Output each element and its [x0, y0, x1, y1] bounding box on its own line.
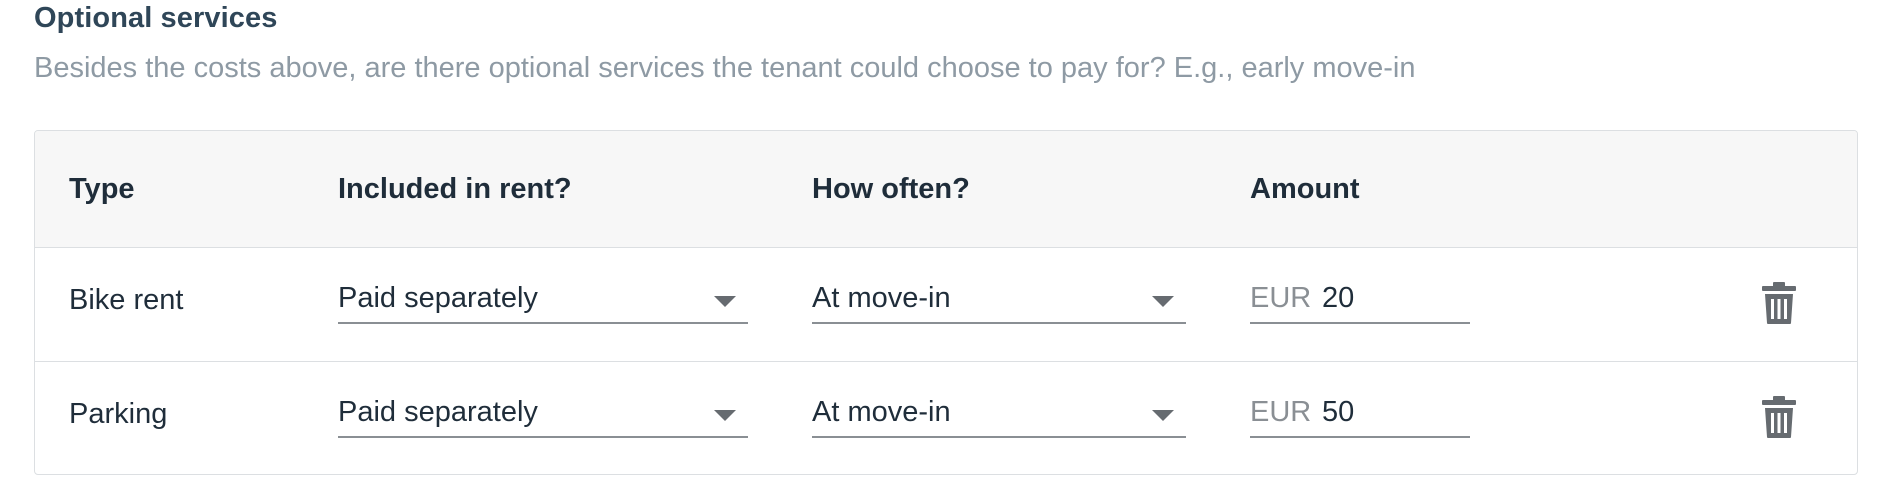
- section-description: Besides the costs above, are there optio…: [34, 52, 1416, 84]
- column-header-amount: Amount: [1250, 173, 1360, 205]
- column-header-type: Type: [69, 173, 135, 205]
- how-often-value: At move-in: [812, 396, 951, 428]
- column-header-how-often: How often?: [812, 173, 970, 205]
- table-row: Parking Paid separately At move-in EUR 5…: [35, 362, 1857, 474]
- chevron-down-icon: [1152, 296, 1174, 307]
- amount-input[interactable]: EUR 20: [1250, 274, 1470, 324]
- section-title: Optional services: [34, 2, 278, 34]
- service-type: Parking: [69, 398, 168, 430]
- how-often-select[interactable]: At move-in: [812, 388, 1186, 438]
- amount-input[interactable]: EUR 50: [1250, 388, 1470, 438]
- table-row: Bike rent Paid separately At move-in EUR…: [35, 248, 1857, 362]
- currency-label: EUR: [1250, 282, 1312, 314]
- chevron-down-icon: [714, 296, 736, 307]
- how-often-value: At move-in: [812, 282, 951, 314]
- chevron-down-icon: [1152, 410, 1174, 421]
- included-in-rent-value: Paid separately: [338, 396, 538, 428]
- included-in-rent-select[interactable]: Paid separately: [338, 388, 748, 438]
- currency-label: EUR: [1250, 396, 1312, 428]
- how-often-select[interactable]: At move-in: [812, 274, 1186, 324]
- service-type: Bike rent: [69, 284, 184, 316]
- chevron-down-icon: [714, 410, 736, 421]
- amount-value[interactable]: 20: [1322, 282, 1354, 315]
- trash-icon[interactable]: [1762, 282, 1796, 324]
- column-header-included: Included in rent?: [338, 173, 572, 205]
- trash-icon[interactable]: [1762, 396, 1796, 438]
- table-header: Type Included in rent? How often? Amount: [35, 131, 1857, 248]
- optional-services-table: Type Included in rent? How often? Amount…: [34, 130, 1858, 475]
- included-in-rent-value: Paid separately: [338, 282, 538, 314]
- included-in-rent-select[interactable]: Paid separately: [338, 274, 748, 324]
- amount-value[interactable]: 50: [1322, 396, 1354, 429]
